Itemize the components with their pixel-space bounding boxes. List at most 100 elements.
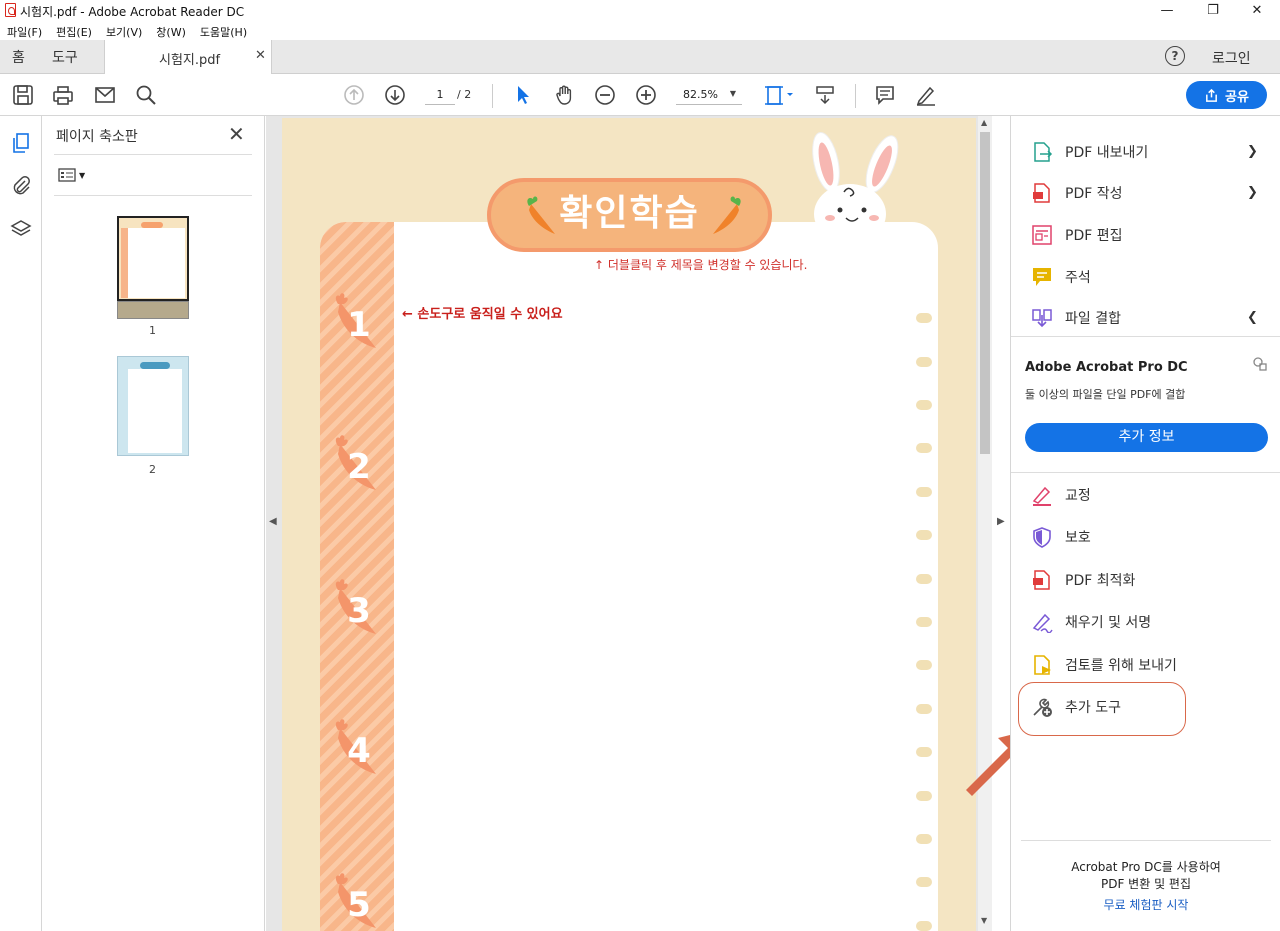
export-pdf-icon (1034, 142, 1053, 162)
tool-label: 교정 (1065, 488, 1091, 504)
select-pointer-icon[interactable] (508, 74, 538, 116)
tool-comment[interactable]: 주석 (1031, 262, 1091, 292)
scroll-down-icon[interactable]: ▼ (981, 916, 987, 925)
layers-icon[interactable] (8, 216, 34, 242)
close-window-button[interactable]: ✕ (1234, 0, 1280, 21)
pro-promo-line2: PDF 변환 및 편집 (1100, 877, 1192, 891)
save-icon[interactable] (8, 74, 38, 116)
share-label: 공유 (1225, 89, 1249, 105)
binder-ring (916, 487, 932, 497)
edit-pdf-icon (1032, 225, 1052, 245)
tool-redact[interactable]: 교정 (1031, 480, 1091, 510)
tools-pane: PDF 내보내기 ❯ PDF 작성 ❯ PDF 편집 주석 파일 결합 ❯ Ad… (1010, 116, 1280, 931)
menu-bar: 파일(F) 편집(E) 보기(V) 창(W) 도움말(H) (0, 21, 1280, 40)
restore-button[interactable]: ❐ (1190, 0, 1236, 21)
print-icon[interactable] (48, 74, 78, 116)
tool-export-pdf[interactable]: PDF 내보내기 (1031, 137, 1148, 167)
divider (1011, 336, 1280, 337)
comment-icon[interactable] (870, 74, 900, 116)
tool-protect[interactable]: 보호 (1031, 522, 1091, 552)
pro-promo-text: Acrobat Pro DC를 사용하여 PDF 변환 및 편집 (1021, 858, 1271, 892)
share-icon (1206, 88, 1217, 102)
binder-ring (916, 921, 932, 931)
menu-window[interactable]: 창(W) (149, 21, 193, 40)
share-button[interactable]: 공유 (1186, 81, 1267, 109)
pdf-page[interactable]: 1 2 3 4 5 확인학습 ↑ 더블클릭 후 제목을 변경할 수 있습니다. … (282, 118, 976, 931)
binder-ring (916, 791, 932, 801)
minimize-button[interactable]: — (1144, 0, 1190, 21)
tab-close-icon[interactable]: ✕ (255, 48, 266, 63)
chevron-up-icon[interactable]: ❯ (1247, 310, 1258, 325)
scroll-up-icon[interactable]: ▲ (981, 118, 987, 127)
tab-document[interactable]: 시험지.pdf ✕ (104, 40, 272, 74)
scroll-mode-icon[interactable] (810, 74, 840, 116)
hand-tool-icon[interactable] (549, 74, 579, 116)
page-number-input[interactable]: 1 (425, 85, 455, 105)
promo-title: Adobe Acrobat Pro DC (1025, 360, 1188, 375)
chevron-down-icon[interactable]: ❯ (1247, 144, 1258, 159)
tool-label: PDF 작성 (1065, 186, 1123, 202)
chevron-down-icon: ▼ (729, 89, 736, 98)
tool-send-for-review[interactable]: 검토를 위해 보내기 (1031, 650, 1177, 680)
menu-view[interactable]: 보기(V) (99, 21, 149, 40)
tool-label: 주석 (1065, 270, 1091, 286)
tab-home[interactable]: 홈 (12, 40, 25, 73)
question-number-3: 3 (347, 591, 371, 631)
redact-icon (1032, 486, 1051, 506)
toolbar-divider (855, 84, 856, 108)
acrobat-logo-icon (5, 3, 16, 17)
next-page-icon[interactable] (380, 74, 410, 116)
collapse-left-panel-icon[interactable]: ◀ (269, 516, 277, 527)
login-link[interactable]: 로그인 (1212, 48, 1251, 68)
fit-page-icon[interactable] (758, 74, 798, 116)
send-review-icon (1034, 655, 1051, 675)
tool-create-pdf[interactable]: PDF 작성 (1031, 178, 1123, 208)
attachments-icon[interactable] (8, 172, 34, 198)
expand-right-panel-icon[interactable]: ▶ (997, 516, 1005, 527)
thumbnail-options-button[interactable]: ▼ (58, 166, 90, 184)
page-thumbnails-icon[interactable] (8, 130, 34, 156)
tool-label: 검토를 위해 보내기 (1065, 658, 1177, 674)
help-icon[interactable]: ? (1165, 46, 1185, 66)
worksheet-title: 확인학습 (559, 193, 700, 234)
tool-label: PDF 편집 (1065, 228, 1123, 244)
binder-ring (916, 877, 932, 887)
binder-ring (916, 400, 932, 410)
fill-sign-icon (1032, 613, 1053, 633)
zoom-out-icon[interactable] (590, 74, 620, 116)
page-thumbnail-1[interactable] (117, 216, 189, 319)
zoom-in-icon[interactable] (631, 74, 661, 116)
divider (54, 154, 252, 155)
optimize-pdf-icon (1033, 570, 1050, 590)
scrollbar-thumb[interactable] (980, 132, 990, 454)
zoom-select[interactable]: 82.5% ▼ (676, 85, 742, 105)
tool-combine-files[interactable]: 파일 결합 (1031, 303, 1121, 333)
tool-edit-pdf[interactable]: PDF 편집 (1031, 220, 1123, 250)
tool-label: 보호 (1065, 530, 1091, 546)
thumbnail-content (128, 369, 182, 453)
tool-label: 채우기 및 서명 (1065, 615, 1152, 631)
tool-fill-sign[interactable]: 채우기 및 서명 (1031, 607, 1151, 637)
free-trial-link[interactable]: 무료 체험판 시작 (1021, 896, 1271, 913)
close-panel-icon[interactable]: ✕ (228, 122, 245, 146)
page-thumbnail-2[interactable] (117, 356, 189, 456)
worksheet-title-pill[interactable]: 확인학습 (487, 178, 772, 252)
menu-help[interactable]: 도움말(H) (193, 21, 254, 40)
menu-file[interactable]: 파일(F) (0, 21, 49, 40)
menu-edit[interactable]: 편집(E) (49, 21, 99, 40)
binder-ring (916, 530, 932, 540)
create-pdf-icon (1033, 183, 1050, 203)
search-icon[interactable] (131, 74, 161, 116)
thumbnails-panel: 페이지 축소판 ✕ ▼ 1 2 (42, 116, 265, 931)
tab-tools[interactable]: 도구 (52, 40, 78, 73)
draw-icon[interactable] (911, 74, 941, 116)
divider (1011, 472, 1280, 473)
chevron-down-icon[interactable]: ❯ (1247, 185, 1258, 200)
thumbnails-header: 페이지 축소판 (56, 129, 138, 145)
previous-page-icon[interactable] (339, 74, 369, 116)
question-number-1: 1 (347, 305, 371, 345)
worksheet-card: 1 2 3 4 5 (320, 222, 938, 931)
tool-optimize-pdf[interactable]: PDF 최적화 (1031, 565, 1135, 595)
email-icon[interactable] (90, 74, 120, 116)
more-info-button[interactable]: 추가 정보 (1025, 423, 1268, 452)
